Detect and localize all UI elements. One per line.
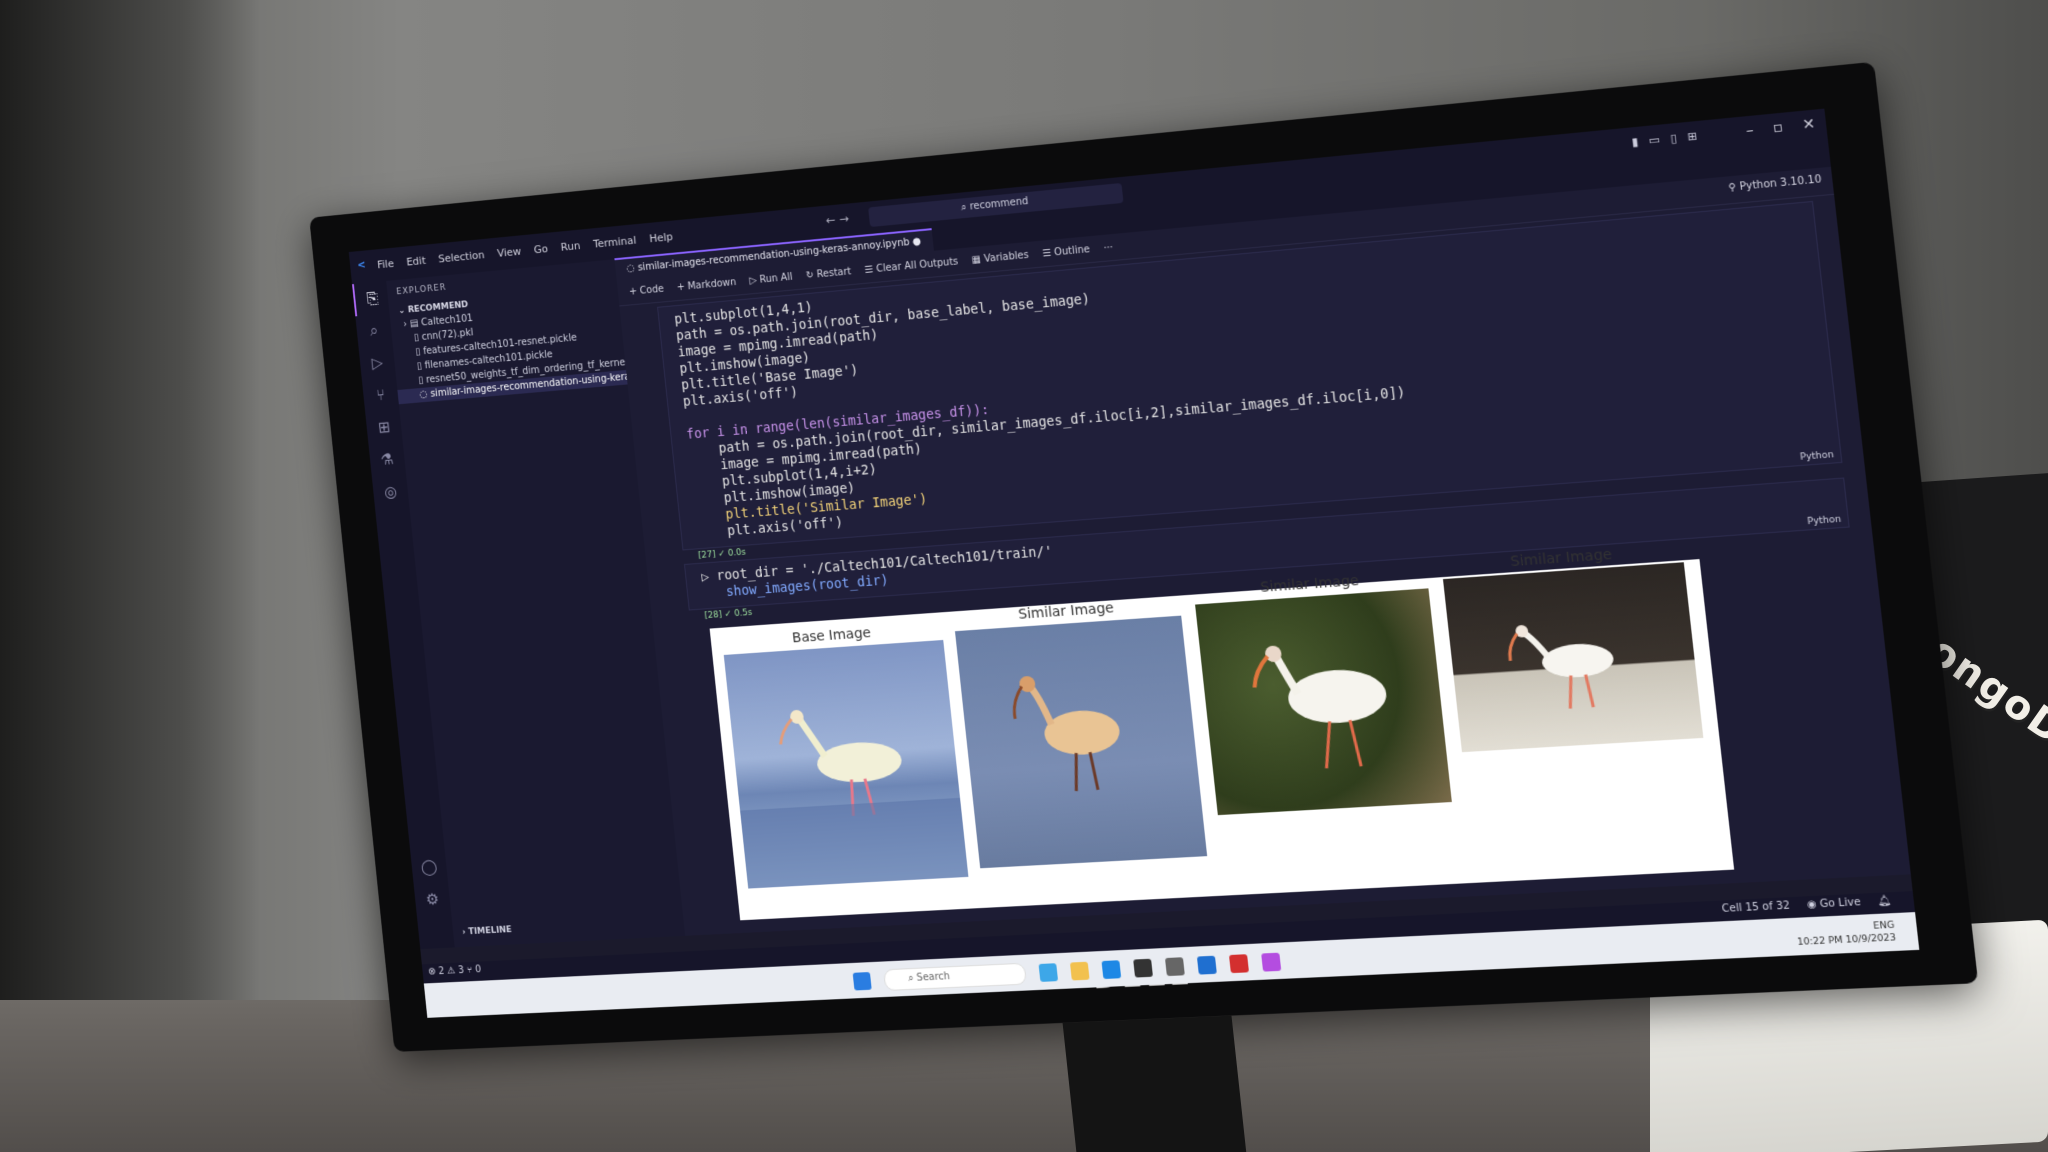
cell-2-time: 0.5s bbox=[733, 607, 753, 619]
output-panel-similar-2: Similar Image bbox=[1193, 568, 1452, 816]
menu-selection[interactable]: Selection bbox=[438, 249, 485, 266]
remote-icon[interactable]: ◎ bbox=[372, 475, 410, 510]
layout-icons: ▮ ▭ ▯ ⊞ bbox=[1631, 129, 1698, 149]
search-text: recommend bbox=[969, 196, 1029, 213]
screen: < File Edit Selection View Go Run Termin… bbox=[348, 108, 1916, 984]
run-all-button[interactable]: ▷ Run All bbox=[749, 271, 793, 286]
vscode-taskbar-icon[interactable] bbox=[1196, 955, 1217, 975]
cell-2-exec-count: [28] bbox=[704, 610, 723, 622]
ibis-illustration bbox=[1195, 588, 1390, 815]
more-icon[interactable]: ⋯ bbox=[1103, 241, 1114, 253]
settings-gear-icon[interactable]: ⚙ bbox=[414, 882, 452, 916]
notifications-icon[interactable]: 🔔︎ bbox=[1877, 895, 1892, 907]
variables-label: Variables bbox=[983, 249, 1030, 265]
filezilla-icon[interactable] bbox=[1228, 954, 1250, 974]
clear-outputs-button[interactable]: ☰ Clear All Outputs bbox=[864, 256, 959, 275]
minimize-icon[interactable]: – bbox=[1745, 122, 1754, 139]
menu-view[interactable]: View bbox=[497, 245, 522, 260]
source-control-icon[interactable]: ⑂ bbox=[362, 378, 399, 413]
vscode-logo-icon: < bbox=[356, 258, 367, 272]
add-markdown-button[interactable]: + Markdown bbox=[676, 277, 736, 293]
clock-time[interactable]: 10:22 PM bbox=[1797, 936, 1844, 949]
outline-label: Outline bbox=[1053, 243, 1091, 258]
menu-go[interactable]: Go bbox=[533, 242, 548, 256]
wall-shadow bbox=[0, 0, 260, 1152]
testing-icon[interactable]: ⚗ bbox=[369, 442, 407, 477]
run-debug-icon[interactable]: ▷ bbox=[359, 345, 396, 380]
chrome-icon[interactable] bbox=[1038, 963, 1059, 982]
ibis-photo-2 bbox=[954, 615, 1208, 869]
ibis-illustration bbox=[955, 616, 1122, 869]
cell-1-exec-count: [27] bbox=[697, 549, 717, 561]
clock-date[interactable]: 10/9/2023 bbox=[1845, 933, 1896, 946]
customize-layout-icon[interactable]: ⊞ bbox=[1687, 129, 1698, 143]
maximize-icon[interactable]: ▫ bbox=[1772, 119, 1784, 137]
monitor: DELL < File Edit Selection View Go Run T… bbox=[299, 0, 1993, 1152]
ibis-photo-1 bbox=[723, 639, 969, 889]
ibis-photo-4 bbox=[1442, 562, 1704, 753]
windows-start-icon[interactable] bbox=[852, 972, 872, 991]
explorer-icon[interactable]: ⎘ bbox=[352, 280, 392, 317]
toggle-secondary-icon[interactable]: ▯ bbox=[1670, 131, 1678, 145]
output-panel-base: Base Image bbox=[722, 620, 969, 889]
taskbar-search-label: Search bbox=[916, 971, 951, 984]
status-right: Cell 15 of 32 ◉ Go Live 🔔︎ bbox=[1721, 895, 1892, 915]
toggle-panel-icon[interactable]: ▭ bbox=[1648, 133, 1661, 147]
menu-edit[interactable]: Edit bbox=[406, 254, 427, 268]
output-panel-similar-1: Similar Image bbox=[953, 596, 1208, 869]
search-icon[interactable]: ⌕ bbox=[355, 313, 392, 348]
status-left: ⊗ 2 ⚠ 3 ⑂ 0 bbox=[428, 964, 482, 977]
messenger-icon[interactable] bbox=[1261, 952, 1282, 972]
menu-file[interactable]: File bbox=[377, 257, 395, 271]
problems-indicator[interactable]: ⊗ 2 ⚠ 3 ⑂ 0 bbox=[428, 964, 482, 977]
menu-run[interactable]: Run bbox=[560, 239, 581, 253]
system-tray: ENG 10:22 PM 10/9/2023 bbox=[1795, 919, 1897, 949]
restart-label: Restart bbox=[816, 265, 852, 280]
menu-terminal[interactable]: Terminal bbox=[593, 234, 637, 251]
photo-scene: mongoD DELL < File Edit Selection View G… bbox=[0, 0, 2048, 1152]
menu-help[interactable]: Help bbox=[649, 230, 674, 245]
cell-1-time: 0.0s bbox=[727, 547, 747, 559]
go-live-button[interactable]: ◉ Go Live bbox=[1807, 897, 1862, 911]
file-explorer-icon[interactable] bbox=[1069, 961, 1090, 981]
clear-outputs-label: Clear All Outputs bbox=[875, 255, 959, 275]
ibis-illustration bbox=[740, 640, 969, 889]
outline-button[interactable]: ☰ Outline bbox=[1042, 244, 1091, 259]
taskbar-search[interactable]: ⌕ Search bbox=[883, 962, 1027, 992]
output-panel-similar-3: Similar Image bbox=[1441, 542, 1704, 753]
close-icon[interactable]: ✕ bbox=[1802, 116, 1817, 134]
cell-2-output: Base Image Similar Image Similar Image S… bbox=[709, 547, 1735, 921]
edge-icon[interactable] bbox=[1101, 960, 1122, 980]
restart-button[interactable]: ↻ Restart bbox=[805, 266, 851, 281]
go-live-label: Go Live bbox=[1819, 896, 1862, 911]
run-all-label: Run All bbox=[759, 271, 794, 286]
add-code-button[interactable]: + Code bbox=[629, 283, 665, 297]
nav-arrows-icon[interactable]: ← → bbox=[825, 211, 849, 227]
ibis-photo-3 bbox=[1195, 588, 1452, 816]
account-icon[interactable]: ◯ bbox=[410, 850, 448, 884]
terminal-icon[interactable] bbox=[1133, 958, 1153, 978]
toggle-sidebar-icon[interactable]: ▮ bbox=[1631, 135, 1639, 149]
notebook-editor: ◌ similar-images-recommendation-using-ke… bbox=[614, 143, 1911, 936]
window-controls: – ▫ ✕ bbox=[1745, 116, 1816, 139]
monitor-stand bbox=[1062, 1015, 1249, 1152]
timeline-section[interactable]: › TIMELINE bbox=[462, 925, 512, 937]
extensions-icon[interactable]: ⊞ bbox=[365, 410, 402, 445]
variables-button[interactable]: ▦ Variables bbox=[971, 249, 1029, 265]
cell-position[interactable]: Cell 15 of 32 bbox=[1721, 900, 1790, 915]
language-indicator[interactable]: ENG bbox=[1873, 920, 1895, 931]
ibis-illustration bbox=[1443, 562, 1616, 752]
timeline-label: TIMELINE bbox=[468, 925, 513, 938]
settings-icon[interactable] bbox=[1164, 957, 1185, 977]
